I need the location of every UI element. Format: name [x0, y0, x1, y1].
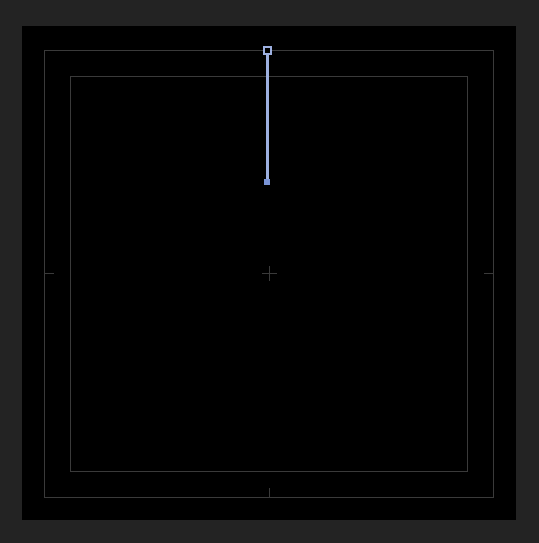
- safe-frame-outer: [44, 50, 494, 498]
- bone-head-handle[interactable]: [263, 46, 272, 55]
- tick-right: [484, 273, 494, 274]
- tick-bottom: [269, 488, 270, 498]
- bone-tail-handle[interactable]: [264, 179, 270, 185]
- safe-frame-inner: [70, 76, 468, 472]
- viewport-canvas[interactable]: [22, 26, 516, 520]
- bone-body[interactable]: [266, 52, 269, 182]
- tick-left: [44, 273, 54, 274]
- center-cross-vertical: [269, 266, 270, 281]
- center-cross-horizontal: [262, 273, 277, 274]
